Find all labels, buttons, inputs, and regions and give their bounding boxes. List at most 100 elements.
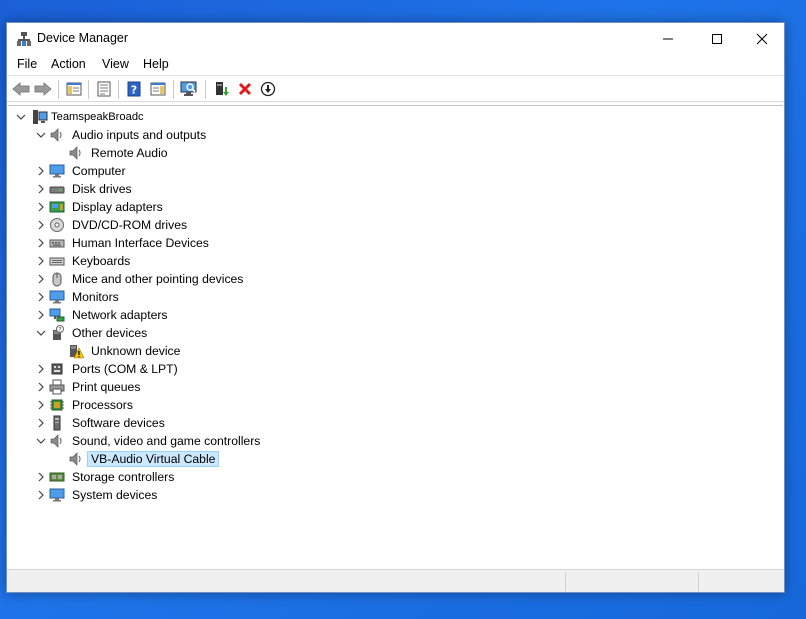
tree-category-processors[interactable]: Processors (8, 396, 783, 414)
uninstall-button[interactable] (235, 80, 255, 98)
minimize-button[interactable] (645, 23, 691, 54)
chevron-down-icon[interactable] (36, 328, 46, 338)
tree-category-software-devices[interactable]: Software devices (8, 414, 783, 432)
menu-bar: File Action View Help (7, 54, 784, 74)
tree-item-label: Storage controllers (72, 470, 175, 484)
chevron-down-icon[interactable] (36, 130, 46, 140)
tree-root-label: TeamspeakBroadc (51, 111, 144, 123)
chevron-down-icon[interactable] (16, 112, 26, 122)
tree-category-disk-drives[interactable]: Disk drives (8, 180, 783, 198)
tree-item-label: Computer (72, 164, 126, 178)
tree-item-label: Unknown device (91, 344, 181, 358)
tree-item-label: Processors (72, 398, 133, 412)
update-driver-icon (216, 82, 229, 96)
tree-category-system-devices[interactable]: System devices (8, 486, 783, 504)
back-button[interactable] (11, 80, 31, 98)
other-device-icon: ? (53, 325, 64, 340)
tree-category-display-adapters[interactable]: Display adapters (8, 198, 783, 216)
disk-drive-icon (49, 186, 65, 194)
title-bar[interactable]: Device Manager (7, 23, 784, 54)
help-icon: ? (127, 81, 141, 97)
back-icon (12, 82, 30, 96)
tree-item-label: Keyboards (72, 254, 131, 268)
tree-item-label: Monitors (72, 290, 119, 304)
device-tree[interactable]: TeamspeakBroadc Audio inputs and outputs R… (8, 105, 783, 568)
chevron-right-icon[interactable] (36, 382, 46, 392)
minimize-icon (663, 38, 673, 39)
chevron-down-icon[interactable] (36, 436, 46, 446)
tree-device-vb-audio-virtual-cable[interactable]: VB-Audio Virtual Cable (8, 450, 783, 468)
tree-category-sound-video-and-game-controllers[interactable]: Sound, video and game controllers (8, 432, 783, 450)
tree-category-storage-controllers[interactable]: Storage controllers (8, 468, 783, 486)
tree-category-monitors[interactable]: Monitors (8, 288, 783, 306)
chevron-right-icon[interactable] (36, 274, 46, 284)
chevron-right-icon[interactable] (36, 220, 46, 230)
tree-category-network-adapters[interactable]: Network adapters (8, 306, 783, 324)
tree-item-label: Audio inputs and outputs (72, 128, 207, 142)
tree-item-label: Network adapters (72, 308, 168, 322)
uninstall-icon (238, 82, 252, 96)
chevron-right-icon[interactable] (36, 490, 46, 500)
menu-view[interactable]: View (102, 57, 129, 71)
forward-button[interactable] (33, 80, 53, 98)
tree-category-keyboards[interactable]: Keyboards (8, 252, 783, 270)
tree-category-dvd-cd-rom-drives[interactable]: DVD/CD-ROM drives (8, 216, 783, 234)
menu-file[interactable]: File (17, 57, 37, 71)
properties-button[interactable] (94, 80, 114, 98)
speaker-icon (50, 434, 62, 448)
tree-category-computer[interactable]: Computer (8, 162, 783, 180)
tree-item-label: Print queues (72, 380, 141, 394)
help-button[interactable]: ? (124, 80, 144, 98)
chevron-right-icon[interactable] (36, 418, 46, 428)
chevron-right-icon[interactable] (36, 400, 46, 410)
tree-category-other-devices[interactable]: ? Other devices (8, 324, 783, 342)
action-pane-icon (150, 82, 166, 96)
tree-root[interactable]: TeamspeakBroadc (8, 108, 783, 126)
svg-text:?: ? (131, 84, 137, 97)
scan-hardware-button[interactable] (179, 80, 199, 98)
monitor-icon (49, 164, 65, 178)
tree-item-label: Mice and other pointing devices (72, 272, 244, 286)
tree-item-label: System devices (72, 488, 158, 502)
monitor-icon (49, 290, 65, 304)
tree-category-audio-inputs-and-outputs[interactable]: Audio inputs and outputs (8, 126, 783, 144)
chevron-right-icon[interactable] (36, 310, 46, 320)
keyboard-icon (49, 257, 65, 266)
software-device-icon (53, 415, 61, 431)
speaker-icon (69, 146, 81, 160)
system-device-icon (49, 488, 65, 502)
close-button[interactable] (739, 23, 785, 54)
chevron-right-icon[interactable] (36, 292, 46, 302)
menu-help[interactable]: Help (143, 57, 169, 71)
display-adapter-icon (49, 201, 65, 213)
menu-action[interactable]: Action (51, 57, 86, 71)
disable-device-button[interactable] (258, 80, 278, 98)
update-driver-button[interactable] (212, 80, 232, 98)
tree-item-label: DVD/CD-ROM drives (72, 218, 188, 232)
action-pane-button[interactable] (148, 80, 168, 98)
maximize-icon (712, 33, 722, 44)
tree-item-label: Ports (COM & LPT) (72, 362, 178, 376)
tree-item-label: Display adapters (72, 200, 163, 214)
forward-icon (34, 82, 52, 96)
maximize-button[interactable] (694, 23, 740, 54)
chevron-right-icon[interactable] (36, 184, 46, 194)
tree-device-unknown-device[interactable]: Unknown device (8, 342, 783, 360)
status-bar (7, 569, 784, 592)
chevron-right-icon[interactable] (36, 256, 46, 266)
chevron-right-icon[interactable] (36, 238, 46, 248)
chevron-right-icon[interactable] (36, 166, 46, 176)
tree-device-remote-audio[interactable]: Remote Audio (8, 144, 783, 162)
tree-category-print-queues[interactable]: Print queues (8, 378, 783, 396)
chevron-right-icon[interactable] (36, 202, 46, 212)
console-tree-button[interactable] (64, 80, 84, 98)
tree-category-human-interface-devices[interactable]: Human Interface Devices (8, 234, 783, 252)
warning-device-icon (70, 345, 84, 359)
chevron-right-icon[interactable] (36, 364, 46, 374)
hid-icon (49, 239, 65, 248)
speaker-icon (69, 452, 81, 466)
tree-category-mice-and-other-pointing-devices[interactable]: Mice and other pointing devices (8, 270, 783, 288)
tree-category-ports-com-lpt[interactable]: Ports (COM & LPT) (8, 360, 783, 378)
chevron-right-icon[interactable] (36, 472, 46, 482)
toolbar: ? (7, 75, 784, 102)
